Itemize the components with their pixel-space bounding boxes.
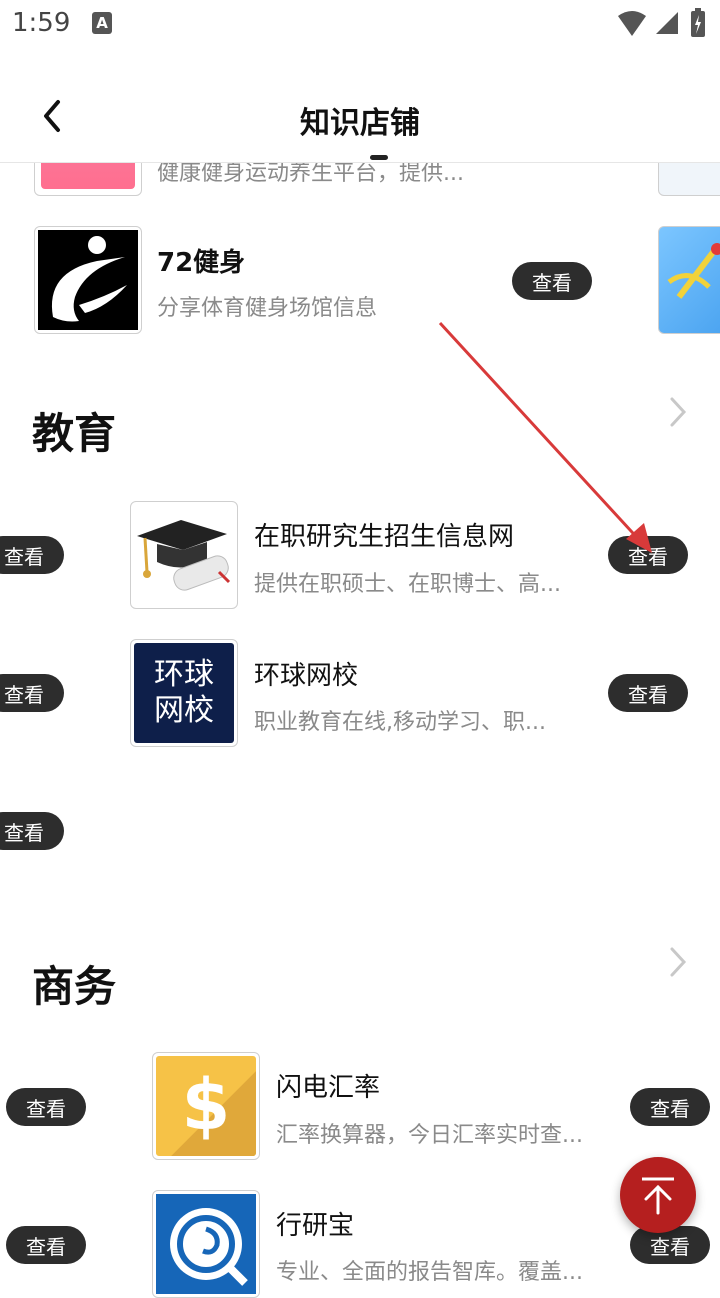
graduation-cap-icon bbox=[137, 520, 231, 591]
view-button[interactable]: 查看 bbox=[0, 536, 64, 574]
view-button[interactable]: 查看 bbox=[6, 1226, 86, 1264]
status-time: 1:59 bbox=[12, 8, 71, 38]
item-title: 环球网校 bbox=[254, 661, 359, 691]
item-desc: 分享体育健身场馆信息 bbox=[157, 296, 378, 321]
item-title: 72健身 bbox=[157, 248, 246, 278]
chevron-right-icon[interactable] bbox=[668, 945, 688, 979]
view-button[interactable]: 查看 bbox=[0, 674, 64, 712]
nav-bar: 知识店铺 bbox=[0, 70, 720, 163]
item-title: 行研宝 bbox=[276, 1211, 355, 1241]
section-title-education: 教育 bbox=[32, 409, 117, 458]
page-title: 知识店铺 bbox=[300, 106, 420, 141]
item-desc: 职业教育在线,移动学习、职... bbox=[254, 710, 546, 735]
chevron-right-icon[interactable] bbox=[668, 395, 688, 429]
item-desc: 专业、全面的报告智库。覆盖... bbox=[276, 1260, 583, 1285]
item-desc: 提供在职硕士、在职博士、高... bbox=[254, 572, 561, 597]
side-thumbnail[interactable] bbox=[658, 226, 720, 334]
dollar-icon: $ bbox=[181, 1064, 231, 1146]
item-title: 闪电汇率 bbox=[276, 1073, 381, 1103]
view-button[interactable]: 查看 bbox=[608, 674, 688, 712]
view-button[interactable]: 查看 bbox=[6, 1088, 86, 1126]
item-desc: 汇率换算器，今日汇率实时查... bbox=[276, 1123, 583, 1148]
hangyanbao-logo[interactable] bbox=[152, 1190, 260, 1298]
graduate-logo[interactable] bbox=[130, 501, 238, 609]
windmill-icon bbox=[667, 243, 720, 299]
view-button[interactable]: 查看 bbox=[512, 262, 592, 300]
status-bar: 1:59 A bbox=[0, 0, 720, 50]
tab-indicator bbox=[370, 155, 388, 160]
battery-icon bbox=[691, 8, 705, 37]
view-button[interactable]: 查看 bbox=[0, 812, 64, 850]
wifi-icon bbox=[618, 11, 646, 36]
section-title-business: 商务 bbox=[32, 962, 117, 1011]
report-logo-icon bbox=[156, 1194, 256, 1294]
signal-icon bbox=[656, 12, 678, 34]
annotation-arrow bbox=[438, 321, 652, 553]
huanqiu-logo[interactable]: 环球 网校 bbox=[130, 639, 238, 747]
view-button[interactable]: 查看 bbox=[630, 1088, 710, 1126]
notification-icon: A bbox=[92, 12, 112, 34]
logo-text: 环球 bbox=[154, 657, 214, 692]
fitness-logo[interactable] bbox=[34, 226, 142, 334]
arrow-up-icon bbox=[642, 1177, 674, 1215]
scroll-to-top-button[interactable] bbox=[620, 1157, 696, 1233]
fitness-logo-icon bbox=[38, 230, 138, 330]
exchange-logo[interactable]: $ bbox=[152, 1052, 260, 1160]
logo-text: 网校 bbox=[154, 693, 214, 728]
